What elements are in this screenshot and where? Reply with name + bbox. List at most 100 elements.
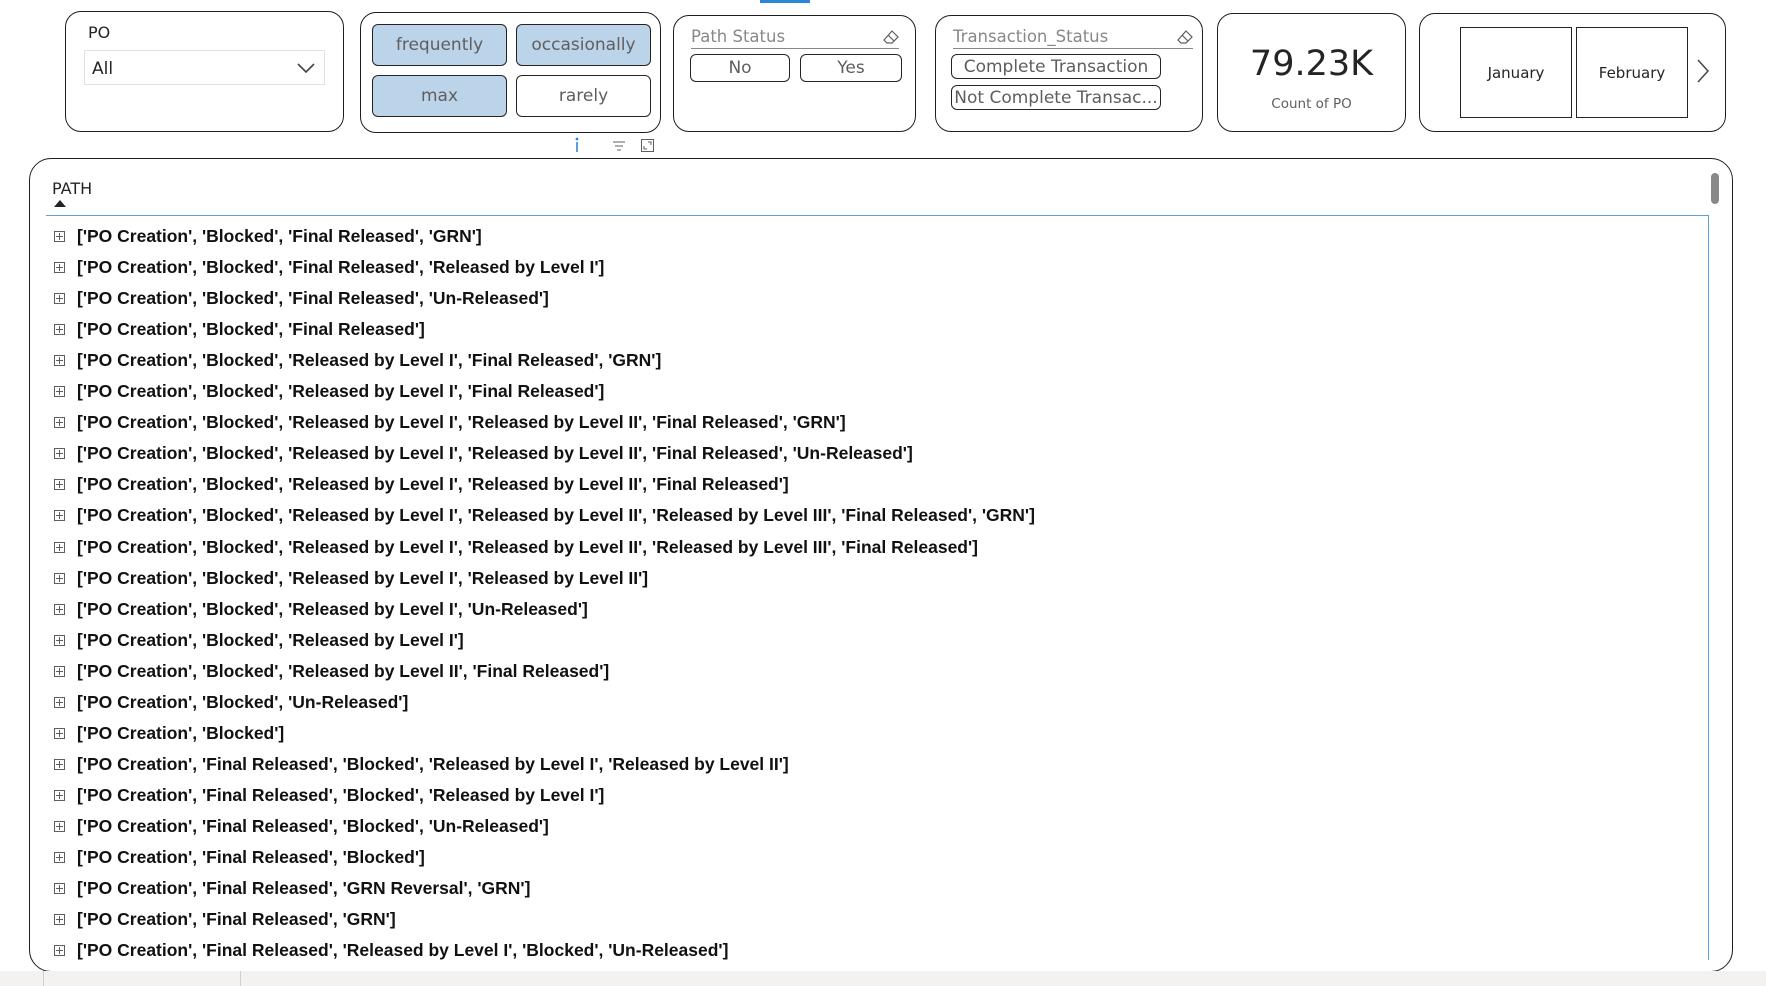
expand-plus-icon[interactable] (54, 447, 65, 459)
month-january-tile[interactable]: January (1460, 27, 1572, 118)
path-cell: ['PO Creation', 'Blocked', 'Released by … (77, 442, 913, 463)
table-row[interactable]: ['PO Creation', 'Blocked', 'Released by … (54, 563, 1354, 593)
vertical-scrollbar[interactable] (1711, 173, 1719, 204)
po-slicer-label: PO (88, 23, 111, 42)
frequency-slicer: frequently occasionally max rarely (360, 12, 661, 133)
info-icon[interactable] (574, 137, 580, 157)
transaction-status-title: Transaction_Status (953, 27, 1109, 46)
frequently-button[interactable]: frequently (372, 24, 507, 66)
transaction-status-header: Transaction_Status (953, 27, 1193, 49)
max-button[interactable]: max (372, 75, 507, 117)
expand-plus-icon[interactable] (54, 696, 65, 708)
path-cell: ['PO Creation', 'Final Released', 'Relea… (77, 939, 729, 960)
table-row[interactable]: ['PO Creation', 'Blocked', 'Released by … (54, 407, 1354, 437)
month-february-tile[interactable]: February (1576, 27, 1688, 118)
expand-plus-icon[interactable] (54, 541, 65, 553)
table-row[interactable]: ['PO Creation', 'Blocked', 'Released by … (54, 625, 1354, 655)
table-row[interactable]: ['PO Creation', 'Blocked', 'Final Releas… (54, 283, 1354, 313)
po-dropdown-value: All (92, 59, 114, 79)
path-status-slicer: Path Status No Yes (673, 15, 916, 132)
path-cell: ['PO Creation', 'Blocked', 'Released by … (77, 536, 978, 557)
path-status-no-button[interactable]: No (690, 54, 790, 82)
expand-plus-icon[interactable] (54, 416, 65, 428)
chevron-down-icon (297, 63, 315, 73)
path-cell: ['PO Creation', 'Blocked', 'Final Releas… (77, 287, 549, 308)
path-cell: ['PO Creation', 'Blocked', 'Final Releas… (77, 225, 482, 246)
table-row[interactable]: ['PO Creation', 'Blocked', 'Released by … (54, 500, 1354, 530)
expand-plus-icon[interactable] (54, 758, 65, 770)
expand-plus-icon[interactable] (54, 789, 65, 801)
table-row[interactable]: ['PO Creation', 'Final Released', 'Block… (54, 780, 1354, 810)
expand-plus-icon[interactable] (54, 261, 65, 273)
path-cell: ['PO Creation', 'Blocked', 'Released by … (77, 660, 610, 681)
table-row[interactable]: ['PO Creation', 'Blocked', 'Released by … (54, 656, 1354, 686)
path-cell: ['PO Creation', 'Final Released', 'Block… (77, 846, 425, 867)
table-row[interactable]: ['PO Creation', 'Blocked', 'Final Releas… (54, 314, 1354, 344)
path-cell: ['PO Creation', 'Blocked', 'Un-Released'… (77, 691, 409, 712)
not-complete-transaction-button[interactable]: Not Complete Transac... (951, 85, 1161, 110)
chevron-right-icon[interactable] (1697, 59, 1709, 83)
table-row[interactable]: ['PO Creation', 'Final Released', 'Block… (54, 842, 1354, 872)
path-cell: ['PO Creation', 'Final Released', 'GRN'] (77, 908, 396, 929)
path-cell: ['PO Creation', 'Blocked', 'Released by … (77, 598, 588, 619)
table-row[interactable]: ['PO Creation', 'Final Released', 'Block… (54, 811, 1354, 841)
expand-plus-icon[interactable] (54, 944, 65, 956)
po-dropdown[interactable]: All (84, 50, 325, 85)
month-slicer: January February (1419, 13, 1726, 132)
path-cell: ['PO Creation', 'Blocked', 'Released by … (77, 380, 605, 401)
expand-plus-icon[interactable] (54, 230, 65, 242)
focus-mode-icon[interactable] (641, 139, 654, 156)
kpi-label: Count of PO (1271, 96, 1352, 112)
active-tab-indicator (760, 0, 810, 3)
path-cell: ['PO Creation', 'Final Released', 'Block… (77, 753, 789, 774)
table-row[interactable]: ['PO Creation', 'Blocked', 'Released by … (54, 438, 1354, 468)
table-row[interactable]: ['PO Creation', 'Final Released', 'Relea… (54, 935, 1354, 965)
expand-plus-icon[interactable] (54, 385, 65, 397)
expand-plus-icon[interactable] (54, 354, 65, 366)
table-row[interactable]: ['PO Creation', 'Final Released', 'GRN R… (54, 873, 1354, 903)
header-divider (46, 215, 1708, 216)
expand-plus-icon[interactable] (54, 727, 65, 739)
expand-plus-icon[interactable] (54, 882, 65, 894)
table-row[interactable]: ['PO Creation', 'Blocked', 'Released by … (54, 594, 1354, 624)
path-cell: ['PO Creation', 'Final Released', 'Block… (77, 784, 605, 805)
expand-plus-icon[interactable] (54, 665, 65, 677)
path-cell: ['PO Creation', 'Blocked', 'Final Releas… (77, 318, 425, 339)
complete-transaction-button[interactable]: Complete Transaction (951, 54, 1161, 79)
table-row[interactable]: ['PO Creation', 'Final Released', 'GRN'] (54, 904, 1354, 934)
filter-icon[interactable] (613, 140, 625, 155)
path-status-yes-button[interactable]: Yes (800, 54, 902, 82)
table-row[interactable]: ['PO Creation', 'Final Released', 'Block… (54, 749, 1354, 779)
path-column-header[interactable]: PATH (52, 179, 92, 198)
table-row[interactable]: ['PO Creation', 'Blocked'] (54, 718, 1354, 748)
path-cell: ['PO Creation', 'Blocked', 'Released by … (77, 567, 649, 588)
path-cell: ['PO Creation', 'Blocked'] (77, 722, 285, 743)
table-row[interactable]: ['PO Creation', 'Blocked', 'Final Releas… (54, 221, 1354, 251)
expand-plus-icon[interactable] (54, 913, 65, 925)
path-table: PATH ['PO Creation', 'Blocked', 'Final R… (29, 158, 1733, 972)
rarely-button[interactable]: rarely (516, 75, 651, 117)
table-row[interactable]: ['PO Creation', 'Blocked', 'Released by … (54, 376, 1354, 406)
eraser-icon[interactable] (1177, 30, 1193, 44)
table-row[interactable]: ['PO Creation', 'Blocked', 'Released by … (54, 469, 1354, 499)
table-row[interactable]: ['PO Creation', 'Blocked', 'Final Releas… (54, 252, 1354, 282)
eraser-icon[interactable] (883, 30, 899, 44)
sort-ascending-icon[interactable] (54, 200, 66, 207)
expand-plus-icon[interactable] (54, 851, 65, 863)
expand-plus-icon[interactable] (54, 603, 65, 615)
occasionally-button[interactable]: occasionally (516, 24, 651, 66)
expand-plus-icon[interactable] (54, 478, 65, 490)
expand-plus-icon[interactable] (54, 292, 65, 304)
path-cell: ['PO Creation', 'Final Released', 'GRN R… (77, 877, 531, 898)
path-cell: ['PO Creation', 'Blocked', 'Released by … (77, 629, 464, 650)
table-row[interactable]: ['PO Creation', 'Blocked', 'Un-Released'… (54, 687, 1354, 717)
expand-plus-icon[interactable] (54, 634, 65, 646)
expand-plus-icon[interactable] (54, 572, 65, 584)
table-row[interactable]: ['PO Creation', 'Blocked', 'Released by … (54, 532, 1354, 562)
table-row[interactable]: ['PO Creation', 'Blocked', 'Released by … (54, 345, 1354, 375)
expand-plus-icon[interactable] (54, 509, 65, 521)
count-of-po-card: 79.23K Count of PO (1217, 13, 1406, 132)
expand-plus-icon[interactable] (54, 820, 65, 832)
expand-plus-icon[interactable] (54, 323, 65, 335)
table-border (1708, 215, 1709, 960)
